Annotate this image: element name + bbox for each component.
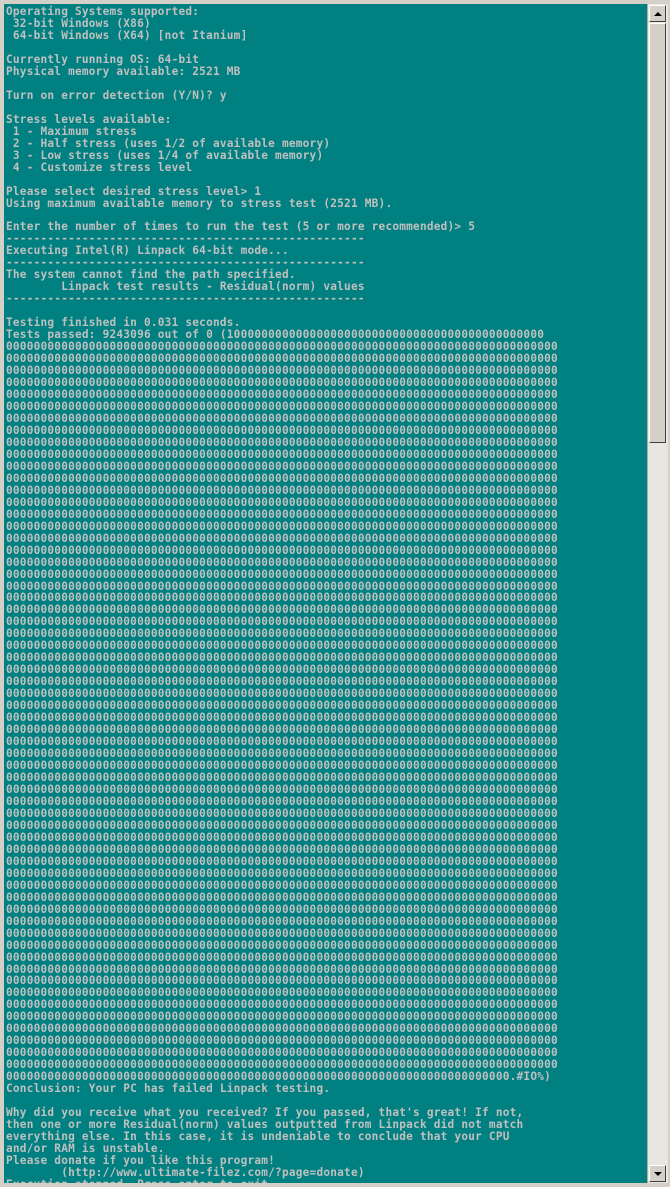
console-window: Operating Systems supported: 32-bit Wind… (0, 0, 670, 1187)
vertical-scrollbar[interactable] (647, 4, 668, 1183)
scroll-up-button[interactable] (649, 5, 666, 22)
scroll-down-button[interactable] (649, 1165, 666, 1182)
scrollbar-thumb[interactable] (649, 23, 666, 443)
arrow-up-icon (653, 11, 662, 16)
console-output-text: Operating Systems supported: 32-bit Wind… (6, 5, 558, 1183)
console-output-area[interactable]: Operating Systems supported: 32-bit Wind… (4, 4, 647, 1183)
arrow-down-icon (653, 1171, 662, 1176)
